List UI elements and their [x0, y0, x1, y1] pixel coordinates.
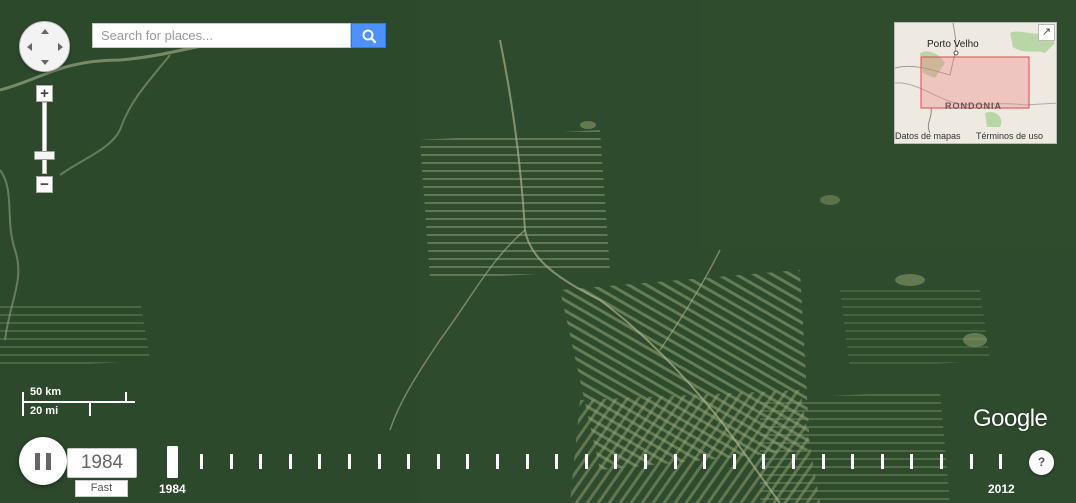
expand-icon[interactable]: ↗ — [1038, 24, 1055, 41]
map-data-link[interactable]: Datos de mapas — [895, 131, 961, 141]
overview-map[interactable]: Porto Velho RONDONIA Datos de mapas Térm… — [894, 22, 1057, 144]
timeline-tick[interactable] — [378, 454, 381, 469]
timeline-tick[interactable] — [348, 454, 351, 469]
timeline-tick[interactable] — [851, 454, 854, 469]
timeline-tick[interactable] — [496, 454, 499, 469]
timeline-tick[interactable] — [437, 454, 440, 469]
pause-button[interactable] — [19, 437, 67, 485]
help-button[interactable]: ? — [1029, 450, 1054, 475]
timeline-tick[interactable] — [289, 454, 292, 469]
timeline-tick[interactable] — [822, 454, 825, 469]
google-logo: Google — [973, 405, 1048, 432]
timeline-handle[interactable] — [167, 446, 178, 478]
terms-link[interactable]: Términos de uso — [976, 131, 1043, 141]
timeline-tick[interactable] — [466, 454, 469, 469]
zoom-slider-handle[interactable] — [34, 151, 55, 160]
current-year-display: 1984 — [67, 448, 137, 478]
scale-mi-label: 20 mi — [30, 405, 59, 417]
scale-km-label: 50 km — [30, 386, 62, 398]
pan-up-icon[interactable] — [41, 29, 49, 34]
timeline-tick[interactable] — [555, 454, 558, 469]
timeline-tick[interactable] — [644, 454, 647, 469]
timeline-tick[interactable] — [585, 454, 588, 469]
zoom-in-button[interactable]: + — [36, 85, 53, 102]
search-icon — [362, 29, 377, 44]
timeline-tick[interactable] — [881, 454, 884, 469]
pan-control[interactable] — [19, 21, 70, 72]
timeline-tick[interactable] — [614, 454, 617, 469]
pan-right-icon[interactable] — [58, 43, 63, 51]
zoom-slider-track[interactable] — [42, 102, 47, 174]
timeline-tick[interactable] — [259, 454, 262, 469]
timeline-tick[interactable] — [407, 454, 410, 469]
timeline-tick[interactable] — [762, 454, 765, 469]
zoom-out-button[interactable]: − — [36, 176, 53, 193]
timeline-tick[interactable] — [792, 454, 795, 469]
timeline-tick[interactable] — [999, 454, 1002, 469]
inset-region-label: RONDONIA — [945, 101, 1002, 111]
timeline-tick[interactable] — [910, 454, 913, 469]
inset-city-label: Porto Velho — [927, 39, 979, 50]
timeline-tick[interactable] — [200, 454, 203, 469]
timeline-tick[interactable] — [230, 454, 233, 469]
search-button[interactable] — [351, 23, 386, 48]
timeline-tick[interactable] — [940, 454, 943, 469]
speed-toggle-button[interactable]: Fast — [75, 480, 128, 497]
timeline-tick[interactable] — [674, 454, 677, 469]
search-input[interactable] — [92, 23, 351, 48]
timeline-tick[interactable] — [703, 454, 706, 469]
timeline-end-label: 2012 — [988, 482, 1015, 496]
timeline-tick[interactable] — [733, 454, 736, 469]
pan-left-icon[interactable] — [27, 43, 32, 51]
timeline-tick[interactable] — [526, 454, 529, 469]
pause-icon — [35, 453, 40, 470]
timeline-tick[interactable] — [970, 454, 973, 469]
pan-down-icon[interactable] — [41, 60, 49, 65]
timeline-tick[interactable] — [318, 454, 321, 469]
timeline-start-label: 1984 — [159, 482, 186, 496]
